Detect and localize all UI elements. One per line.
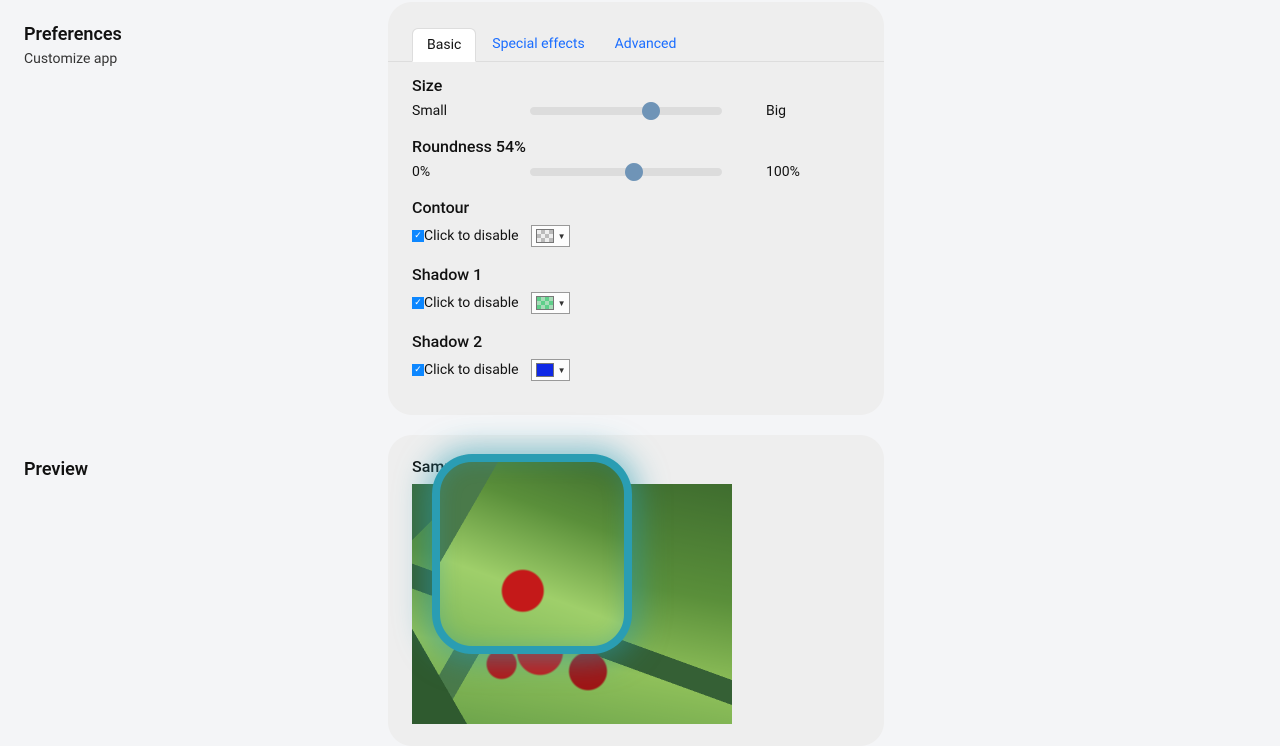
dropdown-caret-icon: ▼: [558, 299, 566, 308]
size-max-label: Big: [722, 103, 786, 119]
size-slider[interactable]: [530, 107, 722, 115]
shadow1-swatch: [536, 296, 554, 310]
shadow2-checkbox[interactable]: ✓: [412, 364, 424, 376]
preferences-subtitle: Customize app: [24, 51, 364, 67]
shadow2-title: Shadow 2: [412, 332, 860, 351]
shadow1-toggle-label[interactable]: Click to disable: [424, 295, 519, 311]
shadow2-color-picker[interactable]: ▼: [531, 359, 571, 381]
roundness-slider-thumb[interactable]: [625, 163, 643, 181]
tab-basic[interactable]: Basic: [412, 28, 476, 62]
size-title: Size: [412, 76, 860, 95]
contour-swatch: [536, 229, 554, 243]
dropdown-caret-icon: ▼: [558, 232, 566, 241]
roundness-min-label: 0%: [412, 164, 530, 180]
size-slider-thumb[interactable]: [642, 102, 660, 120]
roundness-title: Roundness 54%: [412, 137, 860, 156]
tabs: Basic Special effects Advanced: [388, 2, 884, 62]
dropdown-caret-icon: ▼: [558, 366, 566, 375]
shadow1-title: Shadow 1: [412, 265, 860, 284]
roundness-slider[interactable]: [530, 168, 722, 176]
contour-color-picker[interactable]: ▼: [531, 225, 571, 247]
size-min-label: Small: [412, 103, 530, 119]
preferences-title: Preferences: [24, 24, 364, 45]
preview-panel: Sample: [388, 435, 884, 746]
shadow1-checkbox[interactable]: ✓: [412, 297, 424, 309]
shadow2-toggle-label[interactable]: Click to disable: [424, 362, 519, 378]
tab-advanced[interactable]: Advanced: [601, 28, 691, 61]
shadow2-swatch: [536, 363, 554, 377]
preview-section-title: Preview: [24, 459, 364, 480]
tab-special-effects[interactable]: Special effects: [478, 28, 598, 61]
contour-title: Contour: [412, 198, 860, 217]
roundness-max-label: 100%: [722, 164, 800, 180]
shadow1-color-picker[interactable]: ▼: [531, 292, 571, 314]
contour-toggle-label[interactable]: Click to disable: [424, 228, 519, 244]
preview-overlay-shape: [432, 454, 632, 654]
contour-checkbox[interactable]: ✓: [412, 230, 424, 242]
preferences-panel: Basic Special effects Advanced Size Smal…: [388, 2, 884, 415]
